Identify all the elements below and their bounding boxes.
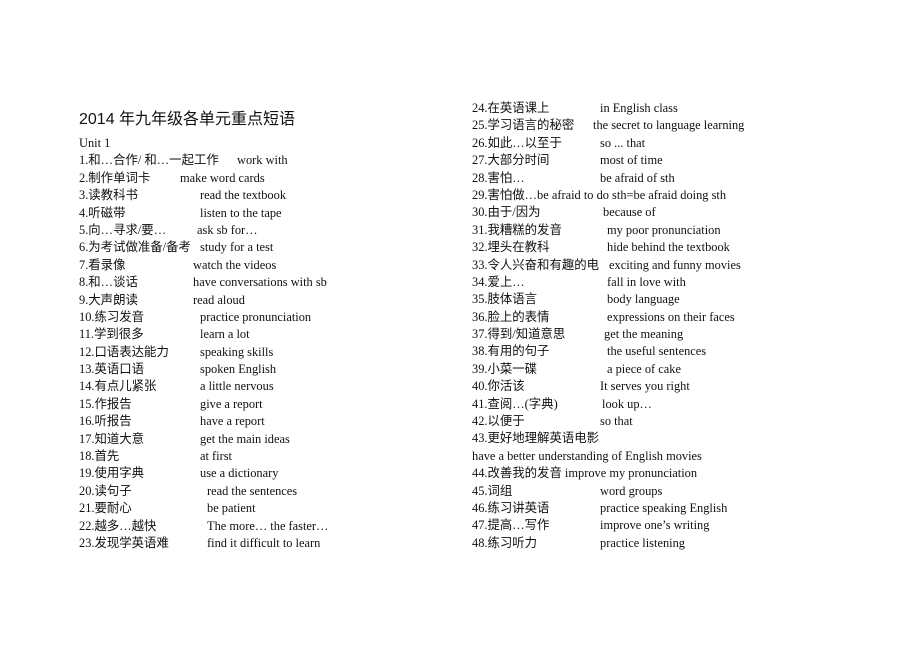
phrase-chinese: 26.如此…以至于 — [472, 135, 562, 150]
phrase-chinese: 5.向…寻求/要… — [79, 222, 167, 237]
phrase-english: work with — [237, 153, 288, 168]
phrase-chinese: 38.有用的句子 — [472, 344, 550, 359]
phrase-english: hide behind the textbook — [607, 240, 730, 255]
phrase-chinese: 41.查阅…(字典) — [472, 396, 558, 411]
phrase-english: speaking skills — [200, 344, 274, 359]
phrase-english: the useful sentences — [607, 344, 707, 359]
phrase-english: listen to the tape — [200, 205, 282, 220]
phrase-full-text: 29.害怕做…be afraid to do sth=be afraid doi… — [472, 187, 727, 202]
phrase-chinese: 10.练习发音 — [79, 309, 145, 324]
phrase-full-text: 44.改善我的发音 improve my pronunciation — [472, 466, 698, 481]
phrase-english: most of time — [600, 153, 663, 168]
phrase-english: use a dictionary — [200, 466, 279, 481]
phrase-chinese: 23.发现学英语难 — [79, 535, 169, 550]
phrase-chinese: 16.听报告 — [79, 414, 132, 429]
phrase-english: study for a test — [200, 240, 274, 255]
phrase-chinese: 8.和…谈话 — [79, 275, 138, 290]
phrase-chinese: 47.提高…写作 — [472, 518, 550, 533]
phrase-chinese: 20.读句子 — [79, 483, 132, 498]
phrase-chinese: 13.英语口语 — [79, 362, 145, 377]
phrase-chinese: 22.越多…越快 — [79, 518, 157, 533]
phrase-chinese: 1.和…合作/ 和…一起工作 — [79, 153, 219, 168]
phrase-chinese: 3.读教科书 — [79, 188, 138, 203]
phrase-chinese: 45.词组 — [472, 483, 513, 498]
phrase-chinese: 48.练习听力 — [472, 535, 538, 550]
phrase-english: give a report — [200, 396, 263, 411]
phrase-english: practice pronunciation — [200, 309, 312, 324]
phrase-english: so ... that — [600, 135, 646, 150]
phrase-chinese: 42.以便于 — [472, 414, 525, 429]
phrase-chinese: 34.爱上… — [472, 274, 525, 289]
phrase-chinese: 6.为考试做准备/备考 — [79, 240, 191, 255]
phrase-chinese: 2.制作单词卡 — [79, 170, 151, 185]
phrase-chinese: 46.练习讲英语 — [472, 500, 550, 515]
phrase-english: body language — [607, 292, 680, 307]
phrase-english: look up… — [602, 396, 652, 411]
phrase-english: read the textbook — [200, 188, 287, 203]
phrase-english: a little nervous — [200, 379, 274, 394]
phrase-chinese: 12.口语表达能力 — [79, 344, 169, 359]
phrase-english: fall in love with — [607, 274, 686, 289]
phrase-english: improve one’s writing — [600, 518, 710, 533]
phrase-chinese: 39.小菜一碟 — [472, 361, 538, 376]
phrase-chinese: 35.肢体语言 — [472, 292, 538, 307]
phrase-english: have conversations with sb — [193, 275, 327, 290]
phrase-chinese: 15.作报告 — [79, 396, 132, 411]
unit-label: Unit 1 — [79, 136, 111, 150]
phrase-english: a piece of cake — [607, 361, 681, 376]
phrase-english: The more… the faster… — [207, 518, 329, 533]
phrase-english: my poor pronunciation — [607, 222, 721, 237]
phrase-english: so that — [600, 414, 633, 429]
phrase-chinese: 24.在英语课上 — [472, 101, 550, 115]
phrase-english: make word cards — [180, 170, 265, 185]
phrase-chinese: 4.听磁带 — [79, 205, 126, 220]
phrase-english: practice listening — [600, 535, 685, 550]
phrase-full-text: have a better understanding of English m… — [472, 448, 702, 463]
phrase-chinese: 31.我糟糕的发音 — [472, 222, 562, 237]
phrase-chinese: 40.你活该 — [472, 379, 525, 394]
phrase-english: spoken English — [200, 362, 277, 377]
phrase-english: get the main ideas — [200, 431, 290, 446]
phrase-english: exciting and funny movies — [609, 257, 741, 272]
phrase-english: read the sentences — [207, 483, 298, 498]
phrase-english: have a report — [200, 414, 265, 429]
phrase-chinese: 28.害怕… — [472, 170, 525, 185]
phrase-chinese: 11.学到很多 — [79, 327, 144, 342]
phrase-english: be patient — [207, 501, 256, 516]
phrase-chinese: 30.由于/因为 — [472, 205, 541, 220]
phrase-english: It serves you right — [600, 379, 690, 394]
phrase-chinese: 19.使用字典 — [79, 466, 145, 481]
phrase-english: in English class — [600, 101, 678, 115]
phrase-english: read aloud — [193, 292, 245, 307]
phrase-english: find it difficult to learn — [207, 535, 321, 550]
phrase-english: word groups — [600, 483, 663, 498]
phrase-chinese: 37.得到/知道意思 — [472, 327, 566, 342]
phrase-chinese: 36.脸上的表情 — [472, 309, 550, 324]
phrase-english: because of — [603, 205, 656, 220]
phrase-english: watch the videos — [193, 257, 277, 272]
phrase-chinese: 17.知道大意 — [79, 431, 145, 446]
phrase-chinese: 32.埋头在教科 — [472, 240, 550, 255]
phrase-full-text: 43.更好地理解英语电影 — [472, 431, 600, 446]
phrase-chinese: 7.看录像 — [79, 257, 126, 272]
document-title: 2014 年九年级各单元重点短语 — [79, 111, 296, 128]
phrase-english: at first — [200, 449, 232, 464]
phrase-chinese: 33.令人兴奋和有趣的电 — [472, 257, 600, 272]
phrase-chinese: 27.大部分时间 — [472, 153, 550, 168]
phrase-english: expressions on their faces — [607, 309, 735, 324]
phrase-english: be afraid of sth — [600, 170, 675, 185]
phrase-chinese: 14.有点儿紧张 — [79, 379, 157, 394]
phrase-english: practice speaking English — [600, 500, 728, 515]
phrase-english: the secret to language learning — [593, 118, 745, 133]
phrase-chinese: 25.学习语言的秘密 — [472, 118, 575, 133]
phrase-english: get the meaning — [604, 327, 684, 342]
phrase-chinese: 21.要耐心 — [79, 501, 132, 516]
phrase-chinese: 9.大声朗读 — [79, 292, 138, 307]
phrase-english: learn a lot — [200, 327, 250, 342]
phrase-english: ask sb for… — [197, 222, 258, 237]
phrase-chinese: 18.首先 — [79, 449, 120, 464]
